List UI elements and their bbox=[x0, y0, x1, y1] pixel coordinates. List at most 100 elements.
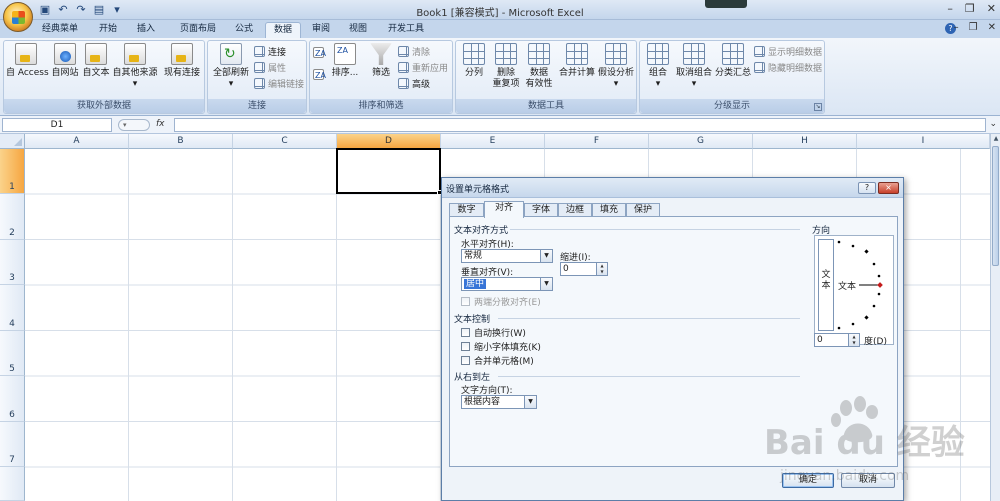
ungroup-button[interactable]: 取消组合 ▾ bbox=[674, 43, 714, 90]
tab-number[interactable]: 数字 bbox=[449, 203, 484, 217]
row-header[interactable]: 7 bbox=[0, 422, 25, 467]
active-cell-d1[interactable] bbox=[336, 148, 441, 194]
tab-protection[interactable]: 保护 bbox=[626, 203, 660, 217]
refresh-all-button[interactable]: 全部刷新 ▾ bbox=[210, 43, 252, 90]
from-text-button[interactable]: 自文本 bbox=[80, 43, 112, 79]
consolidate-button[interactable]: 合并计算 bbox=[556, 43, 598, 79]
data-validation-button[interactable]: 数据 有效性 bbox=[522, 43, 556, 90]
indent-spinner[interactable]: 0 ▲ ▼ bbox=[560, 262, 608, 276]
workbook-minimize-icon[interactable]: – bbox=[954, 22, 959, 33]
existing-connections-button[interactable]: 现有连接 bbox=[162, 43, 202, 79]
column-header[interactable]: I bbox=[857, 134, 990, 149]
name-box[interactable]: D1 bbox=[2, 118, 112, 132]
minimize-icon[interactable]: – bbox=[947, 2, 953, 15]
merge-cells-checkbox[interactable]: 合并单元格(M) bbox=[461, 354, 534, 367]
clear-filter-button[interactable]: 清除 bbox=[398, 45, 430, 58]
row-header-selected[interactable]: 1 bbox=[0, 149, 25, 194]
scroll-up-icon[interactable]: ▲ bbox=[991, 134, 1000, 144]
dialog-help-button[interactable]: ? bbox=[858, 182, 876, 194]
spinner-arrows-icon[interactable]: ▲ ▼ bbox=[848, 334, 859, 346]
checkbox-box[interactable] bbox=[461, 342, 470, 351]
sort-az-button[interactable] bbox=[313, 47, 324, 58]
reapply-button[interactable]: 重新应用 bbox=[398, 61, 448, 74]
checkbox-box[interactable] bbox=[461, 297, 470, 306]
formula-bar-controls[interactable]: ▾ bbox=[118, 119, 150, 131]
checkbox-box[interactable] bbox=[461, 328, 470, 337]
vertical-scrollbar[interactable]: ▲ bbox=[990, 134, 1000, 501]
column-header[interactable]: B bbox=[129, 134, 233, 149]
formula-input[interactable] bbox=[174, 118, 986, 132]
chevron-down-icon[interactable]: ▼ bbox=[540, 278, 552, 290]
insert-function-button[interactable]: fx bbox=[156, 119, 165, 129]
scrollbar-thumb[interactable] bbox=[992, 146, 999, 266]
column-header[interactable]: G bbox=[649, 134, 753, 149]
tab-font[interactable]: 字体 bbox=[524, 203, 558, 217]
workbook-close-icon[interactable]: ✕ bbox=[988, 22, 996, 33]
column-header[interactable]: H bbox=[753, 134, 857, 149]
column-header[interactable]: F bbox=[545, 134, 649, 149]
edit-links-button[interactable]: 编辑链接 bbox=[254, 77, 304, 90]
wrap-text-checkbox[interactable]: 自动换行(W) bbox=[461, 326, 526, 339]
column-header-selected[interactable]: D bbox=[337, 134, 441, 149]
degrees-spinner[interactable]: 0 ▲ ▼ bbox=[814, 333, 860, 347]
remove-duplicates-button[interactable]: 删除 重复项 bbox=[489, 43, 523, 90]
row-header[interactable]: 6 bbox=[0, 376, 25, 422]
tab-classic-menu[interactable]: 经典菜单 bbox=[36, 22, 84, 38]
sort-za-button[interactable] bbox=[313, 69, 324, 80]
restore-icon[interactable]: ❐ bbox=[965, 2, 975, 15]
row-header[interactable] bbox=[0, 467, 25, 501]
tab-developer[interactable]: 开发工具 bbox=[382, 22, 430, 38]
from-web-button[interactable]: 自网站 bbox=[48, 43, 82, 79]
row-header[interactable]: 5 bbox=[0, 331, 25, 376]
outline-dialog-launcher-icon[interactable]: ↘ bbox=[814, 103, 822, 111]
tab-fill[interactable]: 填充 bbox=[592, 203, 626, 217]
cancel-button[interactable]: 取消 bbox=[841, 473, 895, 488]
filter-button[interactable]: 筛选 bbox=[366, 43, 396, 79]
show-detail-button[interactable]: 显示明细数据 bbox=[754, 45, 822, 58]
orientation-box[interactable]: 文本 文本 bbox=[814, 235, 894, 345]
text-direction-select[interactable]: 根据内容 ▼ bbox=[461, 395, 537, 409]
select-all-corner[interactable] bbox=[0, 134, 25, 149]
tab-page-layout[interactable]: 页面布局 bbox=[170, 22, 226, 38]
dialog-title-bar[interactable]: 设置单元格格式 ? × bbox=[442, 178, 903, 198]
dialog-close-button[interactable]: × bbox=[878, 182, 899, 194]
tab-view[interactable]: 视图 bbox=[342, 22, 374, 38]
row-header[interactable]: 4 bbox=[0, 285, 25, 331]
tab-insert[interactable]: 插入 bbox=[130, 22, 162, 38]
close-icon[interactable]: ✕ bbox=[987, 2, 996, 15]
row-header[interactable]: 2 bbox=[0, 194, 25, 240]
from-access-button[interactable]: 自 Access bbox=[6, 43, 49, 79]
vertical-align-select[interactable]: 居中 ▼ bbox=[461, 277, 553, 291]
chevron-down-icon[interactable]: ▼ bbox=[524, 396, 536, 408]
column-header[interactable]: C bbox=[233, 134, 337, 149]
tab-formulas[interactable]: 公式 bbox=[228, 22, 260, 38]
text-to-columns-button[interactable]: 分列 bbox=[459, 43, 489, 79]
tab-data[interactable]: 数据 bbox=[265, 22, 301, 38]
column-header[interactable]: A bbox=[25, 134, 129, 149]
workbook-restore-icon[interactable]: ❐ bbox=[969, 22, 978, 33]
ok-button[interactable]: 确定 bbox=[782, 473, 834, 488]
connections-button[interactable]: 连接 bbox=[254, 45, 286, 58]
from-other-sources-button[interactable]: 自其他来源 ▾ bbox=[112, 43, 158, 90]
chevron-down-icon[interactable]: ▼ bbox=[540, 250, 552, 262]
tab-border[interactable]: 边框 bbox=[558, 203, 592, 217]
shrink-to-fit-checkbox[interactable]: 缩小字体填充(K) bbox=[461, 340, 541, 353]
distributed-justify-checkbox[interactable]: 两端分散对齐(E) bbox=[461, 295, 541, 308]
office-button[interactable] bbox=[3, 2, 33, 32]
properties-button[interactable]: 属性 bbox=[254, 61, 286, 74]
tab-home[interactable]: 开始 bbox=[92, 22, 124, 38]
hide-detail-button[interactable]: 隐藏明细数据 bbox=[754, 61, 822, 74]
tab-alignment[interactable]: 对齐 bbox=[484, 201, 524, 218]
column-header[interactable]: E bbox=[441, 134, 545, 149]
checkbox-box[interactable] bbox=[461, 356, 470, 365]
subtotal-button[interactable]: 分类汇总 bbox=[714, 43, 752, 79]
tab-review[interactable]: 审阅 bbox=[305, 22, 337, 38]
advanced-filter-button[interactable]: 高级 bbox=[398, 77, 430, 90]
what-if-analysis-button[interactable]: 假设分析 ▾ bbox=[596, 43, 636, 90]
expand-formula-bar-icon[interactable]: ⌄ bbox=[989, 119, 997, 129]
group-button[interactable]: 组合 ▾ bbox=[642, 43, 674, 90]
sort-button[interactable]: 排序... bbox=[328, 43, 362, 79]
horizontal-align-select[interactable]: 常规 ▼ bbox=[461, 249, 553, 263]
row-header[interactable]: 3 bbox=[0, 240, 25, 285]
spinner-arrows-icon[interactable]: ▲ ▼ bbox=[596, 263, 607, 275]
